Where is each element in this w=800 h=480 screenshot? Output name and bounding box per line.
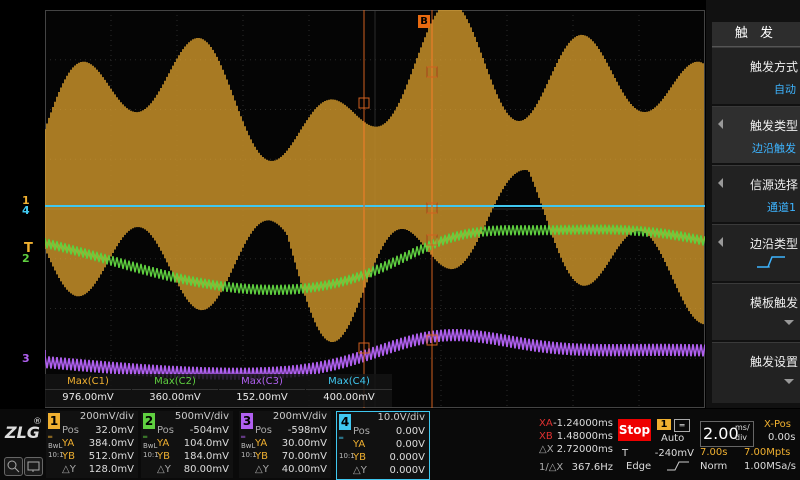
measurement-value: 976.00mV — [45, 389, 131, 406]
rising-edge-icon — [667, 461, 689, 471]
chevron-left-icon — [718, 178, 723, 188]
sample-rate: 1.00MSa/s — [744, 461, 796, 472]
run-stop-button[interactable]: Stop — [618, 419, 651, 441]
xpos-value: 0.00s — [768, 432, 796, 443]
cursor-inv-dx: 1/△X 367.6Hz — [539, 462, 613, 473]
measurement-name: Max(C4) — [328, 376, 370, 387]
trigger-source: 1 — [657, 419, 671, 430]
volts-per-div: 10.0V/div — [377, 412, 425, 423]
coupling-label: ═ 10:1 — [339, 434, 355, 460]
menu-item-label: 触发方式 — [749, 60, 798, 74]
oscilloscope-screen: B 1 4 T 2 3 Max(C1) 976.00mV Max(C2) 360… — [0, 0, 800, 480]
pos-row: Pos 32.0mV — [62, 425, 134, 436]
ch3-level-marker[interactable]: 3 — [22, 353, 30, 365]
coupling-label: ═ BwL 10:1 — [241, 433, 257, 459]
dy-row: △Y 80.00mV — [157, 464, 229, 475]
acq-time: 7.00s — [700, 447, 728, 458]
channel-number: 3 — [241, 413, 253, 429]
yb-row: YB 184.0mV — [157, 451, 229, 462]
trigger-menu: 触 发 触发方式 自动 触发类型 边沿触发 信源选择 通道1 边沿类型 模板触发 — [706, 0, 800, 408]
channel1-panel[interactable]: 1 ═ BwL 10:1 200mV/div Pos 32.0mV YA 384.0mV… — [46, 411, 138, 478]
pos-row: Pos -598mV — [255, 425, 327, 436]
timebase-scale: 2.00 ms/ div — [700, 421, 754, 447]
zoom-icon[interactable] — [4, 457, 23, 476]
channel-number: 2 — [143, 413, 155, 429]
volts-per-div: 200mV/div — [79, 411, 134, 422]
chevron-down-icon — [784, 320, 794, 325]
ya-row: YA 0.00V — [353, 439, 425, 450]
ch1-trace — [45, 10, 704, 342]
menu-item-trigger-settings[interactable]: 触发设置 — [712, 342, 800, 403]
dy-row: △Y 40.00mV — [255, 464, 327, 475]
chevron-left-icon — [718, 119, 723, 129]
registered-mark: ® — [33, 417, 42, 427]
menu-item-mask-trigger[interactable]: 模板触发 — [712, 283, 800, 340]
measurement-name: Max(C2) — [154, 376, 196, 387]
channel-number: 4 — [339, 414, 351, 430]
yb-row: YB 512.0mV — [62, 451, 134, 462]
dy-row: △Y 128.0mV — [62, 464, 134, 475]
chevron-down-icon — [784, 379, 794, 384]
volts-per-div: 500mV/div — [174, 411, 229, 422]
measurement-value: 360.00mV — [132, 389, 218, 406]
cursor-dx: △X 2.72000ms — [539, 444, 613, 455]
pos-row: Pos -504mV — [157, 425, 229, 436]
trigger-coupling-icon: ═ — [674, 419, 690, 432]
waveform-display[interactable] — [45, 10, 705, 408]
cursor-b-marker[interactable]: B — [418, 15, 430, 28]
measurement-c3[interactable]: Max(C3) 152.00mV — [219, 374, 305, 407]
xpos-label: X-Pos — [764, 419, 791, 430]
measurement-name: Max(C3) — [241, 376, 283, 387]
yb-row: YB 0.000V — [353, 452, 425, 463]
ch2-level-marker[interactable]: 2 — [22, 253, 30, 265]
pos-row: Pos 0.00V — [353, 426, 425, 437]
measurement-value: 152.00mV — [219, 389, 305, 406]
measurement-name: Max(C1) — [67, 376, 109, 387]
trigger-level[interactable]: T -240mV Edge — [618, 445, 698, 479]
volts-per-div: 200mV/div — [272, 411, 327, 422]
chevron-left-icon — [718, 237, 723, 247]
channel3-panel[interactable]: 3 ═ BwL 10:1 200mV/div Pos -598mV YA 30.00mV… — [239, 411, 331, 478]
rising-edge-icon — [757, 256, 785, 268]
menu-item-label: 边沿类型 — [749, 237, 798, 251]
cursor-xb: XB 1.48000ms — [539, 431, 613, 442]
trigger-mode: Auto — [661, 433, 685, 444]
measurement-c2[interactable]: Max(C2) 360.00mV — [132, 374, 218, 407]
menu-item-label: 触发设置 — [749, 355, 798, 369]
ya-row: YA 104.0mV — [157, 438, 229, 449]
timebase-panel[interactable]: 2.00 ms/ div X-Pos 0.00s 7.00s 7.00Mpts … — [700, 417, 800, 479]
menu-item-label: 触发类型 — [749, 119, 798, 133]
ya-row: YA 384.0mV — [62, 438, 134, 449]
cursor-readout[interactable]: XA -1.24000ms XB 1.48000ms △X 2.72000ms 1/△… — [537, 415, 615, 475]
menu-item-value: 通道1 — [767, 201, 796, 214]
channel2-panel[interactable]: 2 ═ BwL 10:1 500mV/div Pos -504mV YA 104.0mV… — [141, 411, 233, 478]
memory-depth: 7.00Mpts — [744, 447, 791, 458]
channel4-panel[interactable]: 4 ═ 10:1 10.0V/div Pos 0.00V YA 0.00V YB 0.0… — [336, 411, 430, 480]
menu-item-label: 模板触发 — [749, 296, 798, 310]
menu-title: 触 发 — [712, 22, 800, 47]
menu-item-trigger-mode[interactable]: 触发方式 自动 — [712, 47, 800, 104]
coupling-label: ═ BwL 10:1 — [143, 433, 159, 459]
cursor-xa: XA -1.24000ms — [539, 418, 613, 429]
dy-row: △Y 0.000V — [353, 465, 425, 476]
waveform-canvas — [45, 10, 705, 408]
measurement-value: 400.00mV — [306, 389, 392, 406]
measurement-c1[interactable]: Max(C1) 976.00mV — [45, 374, 131, 407]
acq-mode: Norm — [700, 461, 728, 472]
menu-item-value: 自动 — [774, 83, 796, 96]
screen-icon[interactable] — [24, 457, 43, 476]
status-bar: ZLG ® 1 ═ BwL 10:1 200mV/div Pos 32.0mV YA 3… — [0, 409, 800, 480]
menu-item-label: 信源选择 — [749, 178, 798, 192]
coupling-label: ═ BwL 10:1 — [48, 433, 64, 459]
ya-row: YA 30.00mV — [255, 438, 327, 449]
measurement-panel: Max(C1) 976.00mV Max(C2) 360.00mV Max(C3… — [45, 374, 392, 407]
menu-item-trigger-type[interactable]: 触发类型 边沿触发 — [712, 106, 800, 163]
menu-item-value: 边沿触发 — [752, 142, 796, 155]
measurement-c4[interactable]: Max(C4) 400.00mV — [306, 374, 392, 407]
menu-item-source[interactable]: 信源选择 通道1 — [712, 165, 800, 222]
yb-row: YB 70.00mV — [255, 451, 327, 462]
channel-number: 1 — [48, 413, 60, 429]
menu-item-edge-type[interactable]: 边沿类型 — [712, 224, 800, 281]
ch4-level-marker[interactable]: 4 — [22, 205, 30, 217]
